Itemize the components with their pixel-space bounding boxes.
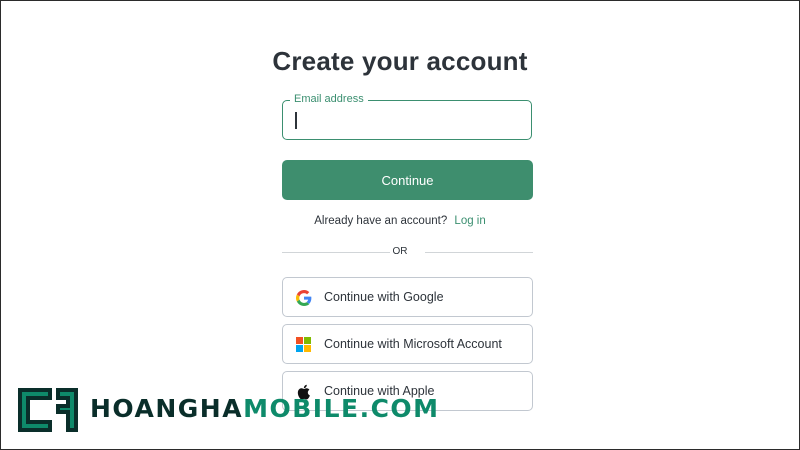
watermark-text-green: MOBILE.COM xyxy=(243,394,440,423)
watermark-logo: HOANGHAMOBILE.COM xyxy=(12,384,438,436)
microsoft-icon xyxy=(296,337,312,353)
divider-line-right xyxy=(425,252,533,253)
login-prompt-row: Already have an account? Log in xyxy=(0,215,800,227)
divider-label: OR xyxy=(392,246,408,257)
login-link[interactable]: Log in xyxy=(454,215,485,227)
watermark-text: HOANGHAMOBILE.COM xyxy=(90,394,440,423)
watermark-text-dark: HOANGHA xyxy=(90,394,244,423)
microsoft-button-label: Continue with Microsoft Account xyxy=(324,337,502,351)
email-input[interactable] xyxy=(293,107,525,135)
continue-button[interactable]: Continue xyxy=(282,160,533,200)
google-icon xyxy=(296,290,312,306)
email-field-label: Email address xyxy=(290,93,368,105)
login-prompt-text: Already have an account? xyxy=(314,215,448,227)
text-cursor xyxy=(295,112,297,129)
email-field[interactable]: Email address xyxy=(282,93,532,140)
google-button-label: Continue with Google xyxy=(324,290,444,304)
continue-with-microsoft-button[interactable]: Continue with Microsoft Account xyxy=(282,324,533,364)
page-title: Create your account xyxy=(272,46,528,76)
continue-with-google-button[interactable]: Continue with Google xyxy=(282,277,533,317)
watermark-logo-mark xyxy=(12,384,84,436)
